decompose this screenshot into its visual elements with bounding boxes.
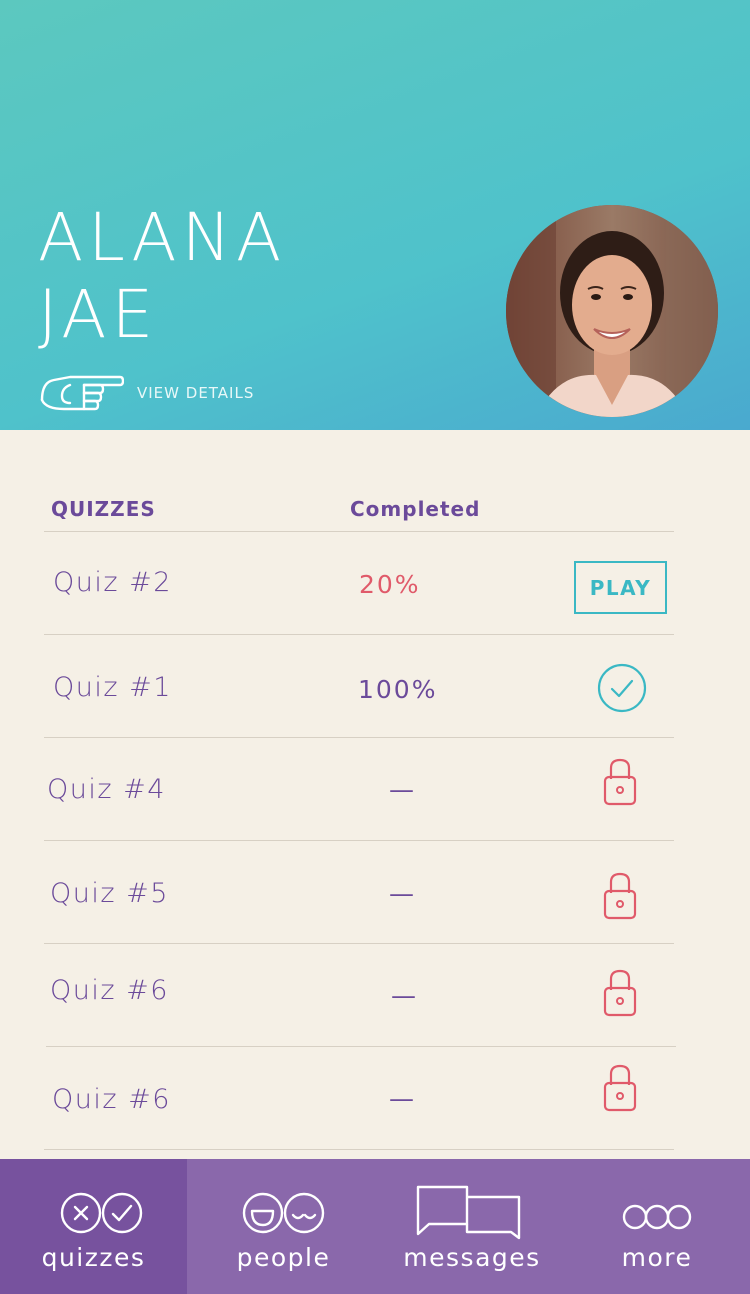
quiz-completion: — xyxy=(389,775,416,804)
completed-check-icon xyxy=(597,663,647,713)
lock-icon xyxy=(603,1064,637,1112)
quizzes-icon xyxy=(60,1192,143,1234)
tab-messages[interactable]: messages xyxy=(380,1159,564,1294)
bottom-tab-bar: quizzes people messages more xyxy=(0,1159,750,1294)
tab-label: people xyxy=(236,1243,331,1272)
quiz-completion: — xyxy=(389,1084,416,1113)
tab-label: more xyxy=(621,1243,693,1272)
row-divider xyxy=(46,1046,676,1047)
quizzes-column-header: QUIZZES xyxy=(51,497,156,521)
quiz-completion: 20% xyxy=(359,570,421,599)
row-divider xyxy=(44,840,674,841)
quiz-name[interactable]: Quiz #6 xyxy=(50,975,169,1006)
tab-people[interactable]: people xyxy=(187,1159,380,1294)
quiz-name[interactable]: Quiz #4 xyxy=(47,774,166,805)
quiz-name[interactable]: Quiz #2 xyxy=(53,567,172,598)
quiz-name[interactable]: Quiz #6 xyxy=(52,1084,171,1115)
lock-icon xyxy=(603,758,637,806)
completed-column-header: Completed xyxy=(350,497,481,521)
tab-more[interactable]: more xyxy=(564,1159,750,1294)
play-button[interactable]: PLAY xyxy=(574,561,667,614)
profile-last-name: JAE xyxy=(38,276,159,353)
row-divider xyxy=(44,943,674,944)
quiz-completion: 100% xyxy=(358,675,438,704)
view-details-link[interactable]: VIEW DETAILS xyxy=(137,384,254,402)
lock-icon xyxy=(603,872,637,920)
messages-icon xyxy=(416,1185,521,1240)
row-divider xyxy=(44,737,674,738)
tab-label: quizzes xyxy=(41,1243,146,1272)
quiz-name[interactable]: Quiz #1 xyxy=(53,672,172,703)
row-divider xyxy=(44,531,674,532)
lock-icon xyxy=(603,969,637,1017)
avatar xyxy=(506,205,718,417)
people-icon xyxy=(242,1192,325,1234)
profile-header: ALANA JAE VIEW DETAILS xyxy=(0,0,750,430)
quiz-name[interactable]: Quiz #5 xyxy=(50,878,169,909)
tab-label: messages xyxy=(403,1243,541,1272)
quiz-completion: — xyxy=(391,981,418,1010)
tab-quizzes[interactable]: quizzes xyxy=(0,1159,187,1294)
quiz-completion: — xyxy=(389,879,416,908)
row-divider xyxy=(44,1149,674,1150)
profile-first-name: ALANA xyxy=(38,199,287,276)
pointing-hand-icon[interactable] xyxy=(40,372,124,414)
more-icon xyxy=(622,1204,692,1230)
avatar-photo xyxy=(506,205,718,417)
row-divider xyxy=(44,634,674,635)
